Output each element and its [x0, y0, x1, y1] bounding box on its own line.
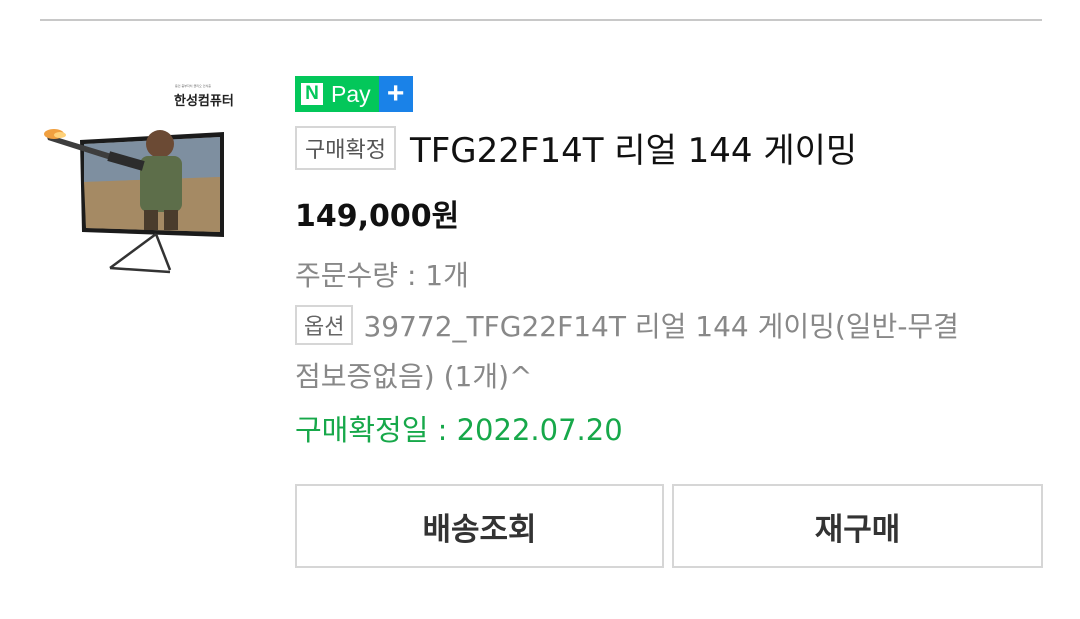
naver-n-icon: N: [301, 83, 323, 105]
product-title[interactable]: TFG22F14T 리얼 144 게이밍: [410, 123, 857, 172]
option-text-continued: 점보증없음) (1개)^: [295, 360, 533, 393]
seller-tagline: 용인 중부자치 클리오 인식증: [175, 84, 211, 88]
plus-icon: +: [378, 76, 413, 112]
order-item-card: 용인 중부자치 클리오 인식증 한성컴퓨터 N Pay + 구매확정 TFG22…: [0, 0, 1080, 619]
naver-n-logo: N: [295, 76, 329, 112]
npay-plus-badge: N Pay +: [295, 76, 413, 112]
npay-pay-label: Pay: [329, 76, 379, 112]
status-badge: 구매확정: [295, 125, 396, 170]
order-quantity: 주문수량 : 1개: [295, 259, 469, 292]
option-badge: 옵션: [295, 305, 354, 345]
seller-name: 한성컴퓨터: [174, 94, 234, 109]
status-title-row: 구매확정 TFG22F14T 리얼 144 게이밍: [295, 123, 857, 172]
track-delivery-button[interactable]: 배송조회: [295, 484, 664, 568]
purchase-confirm-date: 구매확정일 : 2022.07.20: [295, 413, 623, 447]
product-price: 149,000원: [295, 199, 460, 234]
option-row: 옵션 39772_TFG22F14T 리얼 144 게이밍(일반-무결: [295, 305, 959, 345]
product-thumbnail[interactable]: [38, 82, 268, 282]
rebuy-button[interactable]: 재구매: [672, 484, 1043, 568]
option-text: 39772_TFG22F14T 리얼 144 게이밍(일반-무결: [363, 310, 959, 343]
top-divider: [40, 19, 1042, 21]
